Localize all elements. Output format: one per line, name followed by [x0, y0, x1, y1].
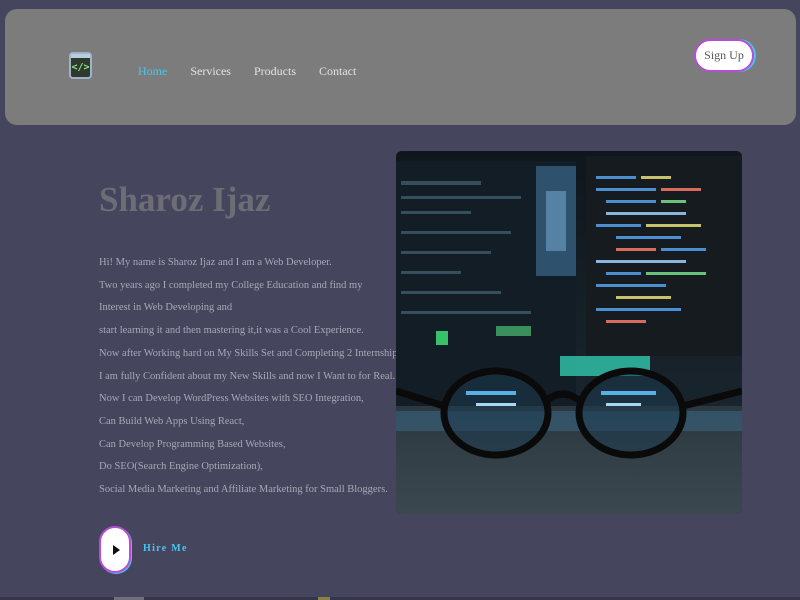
hire-me-link[interactable]: Hire Me [143, 543, 188, 554]
header-bar: </> Home Services Products Contact Sign … [5, 9, 796, 125]
bio-line: start learning it and then mastering it,… [99, 325, 364, 337]
glasses-code-image [396, 151, 742, 514]
nav-products[interactable]: Products [254, 64, 296, 79]
hero-bio: Hi! My name is Sharoz Ijaz and I am a We… [99, 252, 441, 502]
bio-line: Can Build Web Apps Using React, [99, 415, 245, 427]
bio-line: I am fully Confident about my New Skills… [99, 370, 396, 382]
bio-line: Now I can Develop WordPress Websites wit… [99, 393, 364, 405]
nav-services[interactable]: Services [190, 64, 231, 79]
bio-line: Hi! My name is Sharoz Ijaz and I am a We… [99, 257, 332, 268]
hero-name: Sharoz Ijaz [99, 180, 271, 219]
code-window-icon[interactable]: </> [69, 52, 92, 79]
bio-line: Two years ago I completed my College Edu… [99, 279, 363, 291]
bio-line: Now after Working hard on My Skills Set … [99, 347, 441, 359]
hero-photo [396, 151, 742, 514]
nav-home[interactable]: Home [138, 64, 167, 79]
bio-line: Social Media Marketing and Affiliate Mar… [99, 484, 388, 496]
sign-up-button[interactable]: Sign Up [694, 39, 754, 72]
nav-contact[interactable]: Contact [319, 64, 356, 79]
bio-line: Interest in Web Developing and [99, 302, 233, 314]
main-nav: Home Services Products Contact [138, 64, 379, 79]
bio-line: Can Develop Programming Based Websites, [99, 438, 286, 450]
play-icon[interactable] [99, 526, 131, 573]
logo-glyph: </> [71, 62, 90, 73]
bio-line: Do SEO(Search Engine Optimization), [99, 461, 263, 473]
page: </> Home Services Products Contact Sign … [0, 0, 800, 600]
